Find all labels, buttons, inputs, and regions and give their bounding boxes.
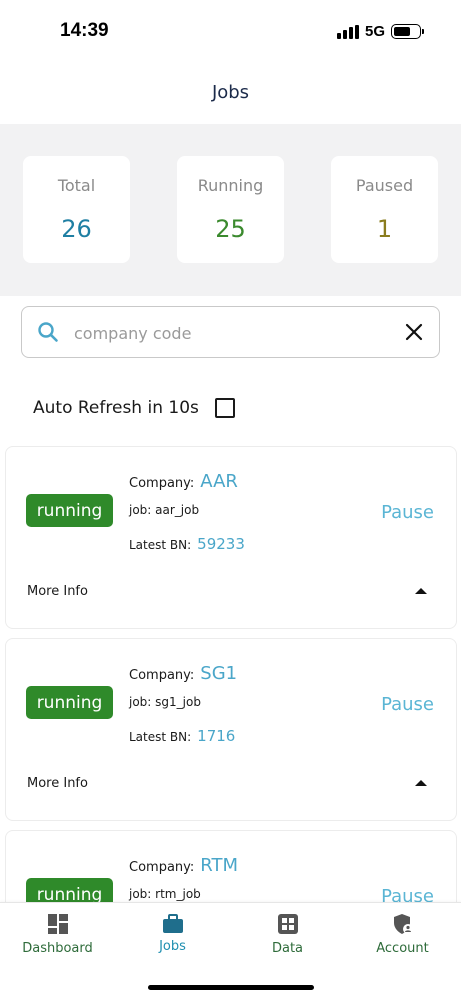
home-indicator [148,985,314,990]
company-code: SG1 [200,663,238,684]
search-input[interactable] [74,319,394,347]
status-badge: running [26,494,113,527]
shield-user-icon [393,914,413,934]
pause-button[interactable]: Pause [381,502,434,523]
paused-value: 1 [376,215,393,243]
job-card: running Company: SG1 job: sg1_job Latest… [5,638,457,821]
latest-bn-value: 1716 [197,727,236,745]
tab-jobs[interactable]: Jobs [115,903,230,973]
company-line: Company: AAR [129,471,238,492]
caret-up-icon[interactable] [415,588,427,594]
page-title: Jobs [211,81,250,103]
latest-bn-value: 59233 [197,535,245,553]
auto-refresh-checkbox[interactable] [214,398,235,418]
signal-icon [336,24,359,39]
pause-button[interactable]: Pause [381,694,434,715]
tab-account[interactable]: Account [345,903,460,973]
network-label: 5G [364,23,385,40]
job-name: job: rtm_job [129,887,201,901]
status-indicators: 5G [336,23,424,40]
auto-refresh-label: Auto Refresh in 10s [33,398,199,418]
auto-refresh-row: Auto Refresh in 10s [33,398,235,418]
company-label: Company: [129,668,195,683]
caret-up-icon[interactable] [415,780,427,786]
latest-bn-line: Latest BN: 1716 [129,727,235,745]
company-code: RTM [200,855,239,876]
job-card: running Company: AAR job: aar_job Latest… [5,446,457,629]
job-name: job: aar_job [129,503,200,517]
job-name: job: sg1_job [129,695,201,709]
tab-label: Account [376,941,429,956]
company-label: Company: [129,476,195,491]
running-card: Running 25 [177,156,284,263]
total-label: Total [57,176,96,195]
more-info-toggle[interactable]: More Info [27,584,88,599]
tab-data[interactable]: Data [230,903,345,973]
running-label: Running [197,176,264,195]
latest-bn-line: Latest BN: 59233 [129,535,245,553]
tab-dashboard[interactable]: Dashboard [0,903,115,973]
status-time: 14:39 [60,20,109,41]
status-badge: running [26,686,113,719]
company-code: AAR [200,471,238,492]
more-info-toggle[interactable]: More Info [27,776,88,791]
page-header: Jobs [0,60,461,124]
close-icon[interactable] [405,323,423,341]
dashboard-icon [47,914,68,934]
tab-label: Jobs [159,939,186,954]
briefcase-icon [162,914,183,933]
running-value: 25 [215,215,246,243]
paused-card: Paused 1 [331,156,438,263]
search-icon [38,322,58,342]
paused-label: Paused [355,176,414,195]
battery-icon [391,24,424,39]
tab-label: Dashboard [22,941,93,956]
total-card: Total 26 [23,156,130,263]
status-bar: 14:39 5G [0,0,461,60]
job-summary: Total 26 Running 25 Paused 1 [0,124,461,296]
tab-label: Data [271,941,304,956]
total-value: 26 [61,215,92,243]
company-line: Company: SG1 [129,663,237,684]
latest-bn-label: Latest BN: [129,538,192,552]
company-line: Company: RTM [129,855,238,876]
search-bar[interactable] [21,306,440,358]
company-label: Company: [129,860,195,875]
grid-icon [277,914,298,934]
latest-bn-label: Latest BN: [129,730,192,744]
